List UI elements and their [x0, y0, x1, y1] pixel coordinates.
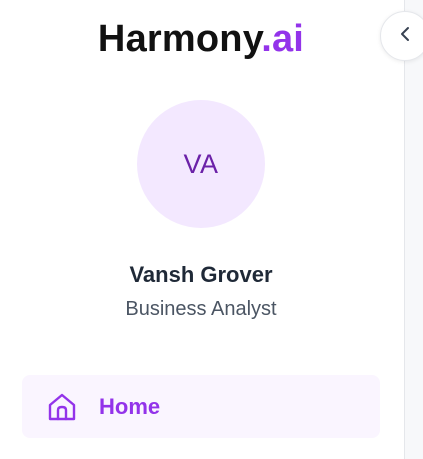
sidebar: Harmony.ai VA Vansh Grover Business Anal…	[0, 0, 405, 459]
app-root: Harmony.ai VA Vansh Grover Business Anal…	[0, 0, 423, 459]
brand-suffix: .ai	[261, 18, 305, 60]
avatar: VA	[137, 100, 265, 228]
avatar-initials: VA	[183, 148, 219, 179]
chevron-left-icon	[395, 24, 415, 49]
user-role: Business Analyst	[125, 298, 277, 320]
sidebar-item-label: Home	[99, 393, 161, 419]
brand-name: Harmony	[97, 18, 262, 60]
home-icon	[46, 391, 78, 423]
user-name: Vansh Grover	[129, 262, 273, 287]
sidebar-item-home[interactable]: Home	[22, 375, 380, 438]
main-content-area	[405, 0, 423, 459]
collapse-sidebar-button[interactable]	[380, 11, 423, 61]
brand-logo: Harmony.ai	[0, 17, 402, 61]
